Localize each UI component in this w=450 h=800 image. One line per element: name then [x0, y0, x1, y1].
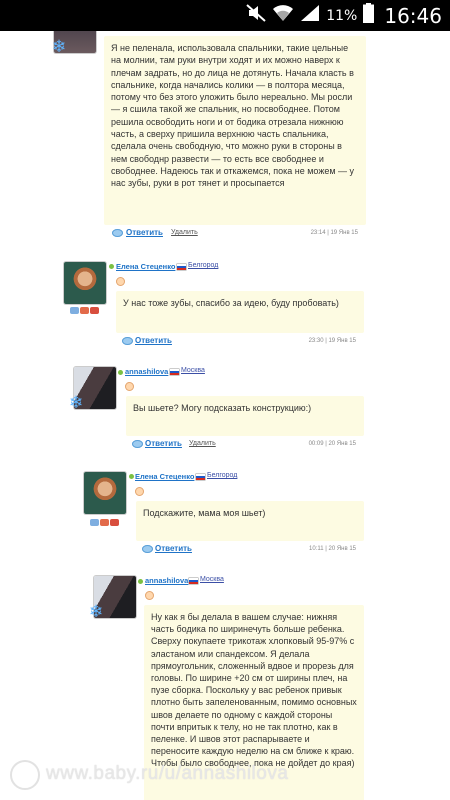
comment-meta: Ответить Удалить 23:14 | 19 Янв 15 [104, 227, 366, 241]
city-link[interactable]: Белгород [207, 472, 237, 479]
comment-text: Я не пеленала, использовала спальники, т… [104, 36, 366, 225]
comments-feed[interactable]: ❄ Я не пеленала, использовала спальники,… [0, 31, 450, 800]
wifi-icon [272, 4, 294, 27]
message-icon[interactable] [70, 307, 79, 314]
timestamp: 23:30 | 19 Янв 15 [308, 338, 356, 344]
action-icons [70, 307, 99, 314]
comment-text: Вы шьете? Могу подсказать конструкцию:) [126, 396, 364, 436]
author-name[interactable]: annashilova [125, 367, 168, 376]
author-name[interactable]: annashilova [145, 576, 188, 585]
avatar[interactable] [64, 262, 106, 304]
city-link[interactable]: Белгород [188, 262, 218, 269]
reply-icon [122, 337, 133, 345]
comment: Елена Стеценко Белгород Подскажите, мама… [0, 467, 450, 562]
snowflake-icon: ❄ [69, 393, 84, 412]
snowflake-icon: ❄ [89, 602, 104, 621]
action-icons [90, 519, 119, 526]
reply-icon [112, 229, 123, 237]
reply-button[interactable]: Ответить [135, 336, 172, 345]
reply-icon [142, 545, 153, 553]
reply-button[interactable]: Ответить [126, 228, 163, 237]
author-name[interactable]: Елена Стеценко [135, 472, 194, 481]
reply-button[interactable]: Ответить [145, 439, 182, 448]
battery-percent: 11% [326, 7, 358, 24]
city-link[interactable]: Москва [200, 576, 224, 583]
baby-logo-icon [10, 760, 40, 790]
timestamp: 00:09 | 20 Янв 15 [308, 441, 356, 447]
comment-meta: Ответить 23:30 | 19 Янв 15 [116, 335, 364, 349]
author-name[interactable]: Елена Стеценко [116, 262, 175, 271]
comment-meta: Ответить Удалить 00:09 | 20 Янв 15 [126, 438, 364, 452]
reply-button[interactable]: Ответить [155, 544, 192, 553]
flag-icon [170, 369, 179, 375]
watermark-text: www.baby.ru/u/annashilova [46, 763, 289, 784]
online-indicator [109, 264, 114, 269]
gift-icon[interactable] [100, 519, 109, 526]
status-bar: 11% 16:46 [0, 0, 450, 31]
reply-icon [132, 440, 143, 448]
timestamp: 23:14 | 19 Янв 15 [310, 230, 358, 236]
clock: 16:46 [384, 3, 442, 28]
smile-icon [125, 382, 134, 391]
comment-text: Подскажите, мама моя шьет) [136, 501, 364, 541]
comment: Елена Стеценко Белгород У нас тоже зубы,… [0, 257, 450, 352]
smile-icon [135, 487, 144, 496]
battery-icon [363, 3, 375, 28]
mute-icon [246, 4, 266, 27]
signal-icon [300, 4, 320, 27]
delete-button[interactable]: Удалить [171, 229, 198, 236]
comment: ❄ Я не пеленала, использовала спальники,… [0, 31, 450, 246]
flag-icon [177, 264, 186, 270]
comment: ❄ annashilova Москва Вы шьете? Могу подс… [0, 365, 450, 455]
comment-meta: Ответить 10:11 | 20 Янв 15 [136, 543, 364, 557]
message-icon[interactable] [90, 519, 99, 526]
gift-icon[interactable] [80, 307, 89, 314]
smile-icon [145, 591, 154, 600]
smile-icon [116, 277, 125, 286]
timestamp: 10:11 | 20 Янв 15 [309, 546, 356, 552]
snowflake-icon: ❄ [52, 37, 67, 56]
flag-icon [196, 474, 205, 480]
friend-icon[interactable] [90, 307, 99, 314]
friend-icon[interactable] [110, 519, 119, 526]
online-indicator [138, 579, 143, 584]
city-link[interactable]: Москва [181, 367, 205, 374]
flag-icon [189, 578, 198, 584]
online-indicator [118, 370, 123, 375]
online-indicator [129, 474, 134, 479]
delete-button[interactable]: Удалить [189, 440, 216, 447]
comment-text: У нас тоже зубы, спасибо за идею, буду п… [116, 291, 364, 333]
avatar[interactable] [84, 472, 126, 514]
